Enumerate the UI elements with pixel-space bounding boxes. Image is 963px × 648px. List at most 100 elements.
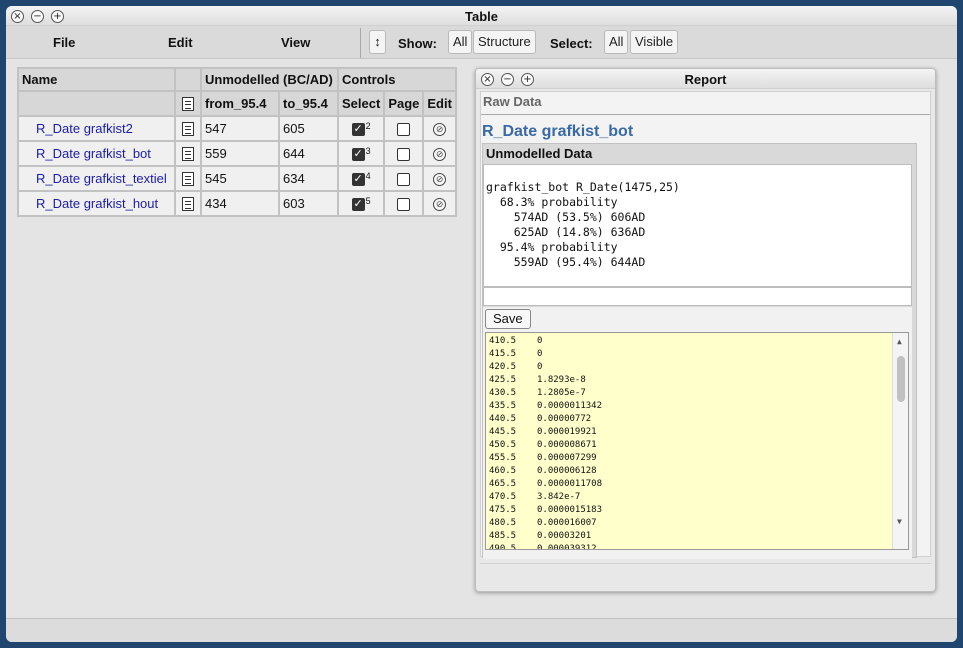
raw-probability-value: 0.000019921 <box>537 427 597 437</box>
document-icon[interactable] <box>182 172 194 187</box>
raw-data-row: 410.5 0 <box>489 335 908 348</box>
raw-data-row: 415.5 0 <box>489 348 908 361</box>
raw-data-row: 425.5 1.8293e-8 <box>489 374 908 387</box>
raw-data-textarea[interactable]: 410.5 0 415.5 0 420.5 0 425.5 1.8293e-8 430.5 1.2… <box>485 332 909 550</box>
report-titlebar[interactable]: × − + Report <box>476 69 935 89</box>
raw-x-value: 485.5 <box>489 531 517 541</box>
scrollbar[interactable]: ▲ ▼ <box>892 333 908 549</box>
raw-data-row: 440.5 0.00000772 <box>489 413 908 426</box>
raw-probability-value: 0.000008671 <box>537 440 597 450</box>
row-index: 4 <box>365 170 371 181</box>
raw-x-value: 470.5 <box>489 492 517 502</box>
raw-data-row: 445.5 0.000019921 <box>489 426 908 439</box>
raw-x-value: 410.5 <box>489 336 517 346</box>
toolbar: File Edit View ↕ Show: All Structure Sel… <box>6 26 957 59</box>
select-checkbox[interactable]: ✓ <box>351 123 365 137</box>
page-checkbox[interactable] <box>397 198 411 212</box>
raw-x-value: 475.5 <box>489 505 517 515</box>
raw-probability-value: 1.2805e-7 <box>537 388 586 398</box>
page-checkbox[interactable] <box>397 148 411 162</box>
raw-data-row: 465.5 0.0000011708 <box>489 478 908 491</box>
raw-x-value: 415.5 <box>489 349 517 359</box>
row-name[interactable]: R_Date grafkist2 <box>17 115 176 142</box>
divider <box>480 563 931 564</box>
raw-probability-value: 0.000006128 <box>537 466 597 476</box>
edit-icon[interactable]: ⊘ <box>433 148 447 162</box>
raw-probability-value: 0 <box>537 362 543 372</box>
table-row[interactable]: R_Date grafkist_hout 434 603 ✓ 5 ⊘ <box>17 190 457 217</box>
report-heading: R_Date grafkist_bot <box>482 123 634 140</box>
document-icon[interactable] <box>182 197 194 212</box>
header-name[interactable]: Name <box>17 67 176 92</box>
results-table: Name Unmodelled (BC/AD) Controls from_95… <box>17 67 457 217</box>
table-row[interactable]: R_Date grafkist2 547 605 ✓ 2 ⊘ <box>17 115 457 142</box>
raw-data-row: 490.5 0.000039312 <box>489 543 908 549</box>
table-row[interactable]: R_Date grafkist_textiel 545 634 ✓ 4 ⊘ <box>17 165 457 192</box>
row-name[interactable]: R_Date grafkist_bot <box>17 140 176 167</box>
raw-data-row: 430.5 1.2805e-7 <box>489 387 908 400</box>
raw-probability-value: 0.000016007 <box>537 518 597 528</box>
raw-probability-value: 0 <box>537 336 543 346</box>
raw-probability-value: 3.842e-7 <box>537 492 581 502</box>
row-to: 603 <box>278 190 339 217</box>
raw-x-value: 430.5 <box>489 388 517 398</box>
raw-data-row: 470.5 3.842e-7 <box>489 491 908 504</box>
menu-edit[interactable]: Edit <box>168 35 193 50</box>
document-icon[interactable] <box>182 97 194 112</box>
scroll-down-icon[interactable]: ▼ <box>897 515 902 528</box>
raw-probability-value: 0.0000015183 <box>537 505 603 515</box>
raw-probability-value: 0.0000011708 <box>537 479 603 489</box>
menu-file[interactable]: File <box>53 35 75 50</box>
raw-probability-value: 0.00000772 <box>537 414 592 424</box>
select-checkbox[interactable]: ✓ <box>351 173 365 187</box>
show-all-button[interactable]: All <box>448 30 473 54</box>
header-to[interactable]: to_95.4 <box>278 90 339 117</box>
scroll-thumb[interactable] <box>897 356 905 402</box>
header-from[interactable]: from_95.4 <box>200 90 280 117</box>
divider <box>481 114 930 115</box>
scroll-up-icon[interactable]: ▲ <box>897 335 902 348</box>
raw-x-value: 455.5 <box>489 453 517 463</box>
show-structure-button[interactable]: Structure <box>473 30 536 54</box>
header-select: Select <box>336 90 386 117</box>
raw-x-value: 450.5 <box>489 440 517 450</box>
raw-probability-value: 1.8293e-8 <box>537 375 586 385</box>
toolbar-divider <box>360 28 361 58</box>
table-row[interactable]: R_Date grafkist_bot 559 644 ✓ 3 ⊘ <box>17 140 457 167</box>
select-checkbox[interactable]: ✓ <box>351 198 365 212</box>
page-checkbox[interactable] <box>397 173 411 187</box>
document-icon[interactable] <box>182 147 194 162</box>
show-label: Show: <box>398 36 437 51</box>
window-title: Table <box>465 9 498 24</box>
row-name[interactable]: R_Date grafkist_hout <box>17 190 176 217</box>
raw-x-value: 420.5 <box>489 362 517 372</box>
edit-icon[interactable]: ⊘ <box>433 123 447 137</box>
raw-x-value: 440.5 <box>489 414 517 424</box>
unmodelled-data-title: Unmodelled Data <box>483 144 916 164</box>
report-dialog: × − + Report Raw Data R_Date grafkist_bo… <box>475 68 936 592</box>
select-all-button[interactable]: All <box>604 30 629 54</box>
edit-icon[interactable]: ⊘ <box>433 173 447 187</box>
sort-icon[interactable]: ↕ <box>369 30 386 54</box>
menu-view[interactable]: View <box>281 35 310 50</box>
raw-probability-value: 0.00003201 <box>537 531 592 541</box>
select-visible-button[interactable]: Visible <box>630 30 679 54</box>
select-checkbox[interactable]: ✓ <box>351 148 365 162</box>
row-name[interactable]: R_Date grafkist_textiel <box>17 165 176 192</box>
raw-x-value: 465.5 <box>489 479 517 489</box>
raw-data-row: 455.5 0.000007299 <box>489 452 908 465</box>
row-from: 559 <box>200 140 280 167</box>
save-button[interactable]: Save <box>485 309 531 329</box>
window-titlebar[interactable]: × − + Table <box>6 6 957 26</box>
raw-data-row: 420.5 0 <box>489 361 908 374</box>
row-index: 2 <box>365 120 371 131</box>
edit-icon[interactable]: ⊘ <box>433 198 447 212</box>
page-checkbox[interactable] <box>397 123 411 137</box>
unmodelled-data-panel: Unmodelled Data grafkist_bot R_Date(1475… <box>482 143 917 559</box>
raw-probability-value: 0.000007299 <box>537 453 597 463</box>
document-icon[interactable] <box>182 122 194 137</box>
raw-data-section: Save 410.5 0 415.5 0 420.5 0 425.5 1.8293e-8 430… <box>483 307 912 559</box>
report-body: Raw Data R_Date grafkist_bot Unmodelled … <box>480 91 931 559</box>
status-bar <box>6 618 957 642</box>
blank-row <box>483 287 912 306</box>
